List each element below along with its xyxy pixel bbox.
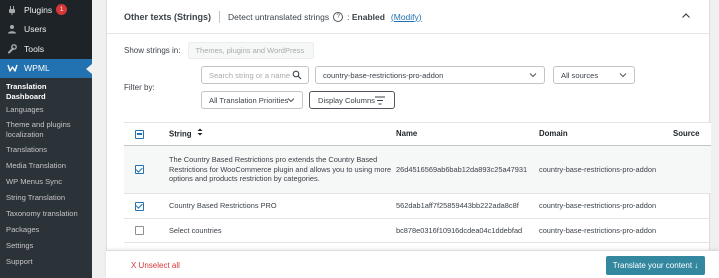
show-strings-select[interactable]: Themes, plugins and WordPress — [188, 42, 315, 59]
sidebar-sub-media-translation[interactable]: Media Translation — [0, 158, 92, 174]
wrench-icon — [6, 43, 18, 55]
sidebar-item-label: Users — [24, 24, 47, 35]
row-domain: country-base-restrictions-pro-addon — [539, 164, 657, 174]
help-icon[interactable]: ? — [333, 11, 344, 22]
wpml-submenu: Translation Dashboard Languages Theme an… — [0, 78, 92, 278]
search-placeholder: Search string or a name — [209, 70, 291, 80]
sidebar-item-plugins[interactable]: Plugins 1 — [0, 0, 92, 20]
column-header-string-label: String — [169, 129, 192, 139]
sidebar-sub-string-translation[interactable]: String Translation — [0, 190, 92, 206]
sidebar-item-tools[interactable]: Tools — [0, 39, 92, 59]
row-check-cell — [124, 226, 154, 235]
row-domain: country-base-restrictions-pro-addon — [539, 201, 657, 211]
row-string: The Country Based Restrictions pro exten… — [169, 155, 392, 184]
chevron-down-icon — [619, 73, 627, 78]
sources-select-value: All sources — [561, 70, 599, 80]
sort-icon[interactable] — [197, 128, 203, 141]
row-domain: country-base-restrictions-pro-addon — [539, 225, 657, 235]
sidebar-item-wpml[interactable]: WPML — [0, 58, 92, 78]
detect-untranslated-label: Detect untranslated strings — [228, 11, 330, 22]
domain-select-value: country-base-restrictions-pro-addon — [323, 70, 444, 80]
select-all-cell — [124, 129, 154, 139]
plugin-icon — [6, 4, 18, 16]
sidebar-sub-wp-menus-sync[interactable]: WP Menus Sync — [0, 174, 92, 190]
priorities-select-value: All Translation Priorities — [209, 95, 289, 105]
table-row[interactable]: Country Based Restrictions PRO 562dab1af… — [124, 194, 711, 219]
priorities-select[interactable]: All Translation Priorities — [201, 91, 303, 109]
chevron-up-icon[interactable] — [681, 11, 691, 21]
column-header-source: Source — [673, 129, 700, 139]
display-columns-label: Display Columns — [318, 95, 375, 105]
show-strings-row: Show strings in: Themes, plugins and Wor… — [124, 42, 315, 59]
sidebar-sub-translation-dashboard[interactable]: Translation Dashboard — [0, 82, 92, 102]
row-checkbox[interactable] — [134, 165, 144, 174]
panel-title: Other texts (Strings) — [124, 11, 212, 22]
table-row[interactable]: Select countries bc878e0316f10916dcdea04… — [124, 219, 711, 243]
filter-by-label: Filter by: — [124, 83, 155, 92]
strings-panel: Other texts (Strings) Detect untranslate… — [106, 0, 711, 278]
row-name: 26d4516569ab6bab12da893c25a47931 — [396, 164, 528, 174]
column-header-string[interactable]: String — [154, 128, 396, 141]
users-icon — [6, 23, 18, 35]
sidebar-item-label: WPML — [24, 63, 50, 74]
row-name: bc878e0316f10916dcdea04c1ddebfad — [396, 225, 523, 235]
unselect-all-button[interactable]: X Unselect all — [131, 261, 180, 270]
sidebar-sub-settings[interactable]: Settings — [0, 238, 92, 254]
select-all-checkbox[interactable] — [134, 129, 144, 139]
modify-link[interactable]: (Modify) — [391, 12, 422, 22]
chevron-down-icon — [287, 98, 295, 103]
panel-header: Other texts (Strings) Detect untranslate… — [107, 0, 709, 34]
table-row[interactable]: The Country Based Restrictions pro exten… — [124, 146, 711, 194]
sidebar-sub-packages[interactable]: Packages — [0, 222, 92, 238]
sources-select[interactable]: All sources — [553, 66, 635, 84]
display-columns-button[interactable]: Display Columns — [309, 91, 395, 109]
wpml-icon — [6, 62, 18, 74]
column-header-domain: Domain — [539, 129, 568, 139]
sidebar-sub-theme-plugins-localization[interactable]: Theme and plugins localization — [0, 118, 92, 142]
chevron-down-icon — [529, 73, 537, 78]
header-divider — [219, 10, 221, 23]
sidebar-item-users[interactable]: Users — [0, 20, 92, 40]
row-checkbox[interactable] — [134, 201, 144, 211]
sidebar-sub-languages[interactable]: Languages — [0, 102, 92, 118]
sidebar-sub-support[interactable]: Support — [0, 254, 92, 270]
filter-lines-icon — [375, 96, 385, 105]
domain-select[interactable]: country-base-restrictions-pro-addon — [315, 66, 545, 84]
row-string: Country Based Restrictions PRO — [169, 201, 277, 211]
sidebar-item-label: Plugins — [24, 4, 53, 15]
row-checkbox[interactable] — [134, 226, 144, 235]
search-input[interactable]: Search string or a name — [201, 66, 309, 84]
row-name: 562dab1aff7f25859443bb222ada8c8f — [396, 201, 519, 211]
admin-sidebar: Plugins 1 Users Tools WPML Translation D… — [0, 0, 92, 278]
row-check-cell — [124, 201, 154, 211]
row-string: Select countries — [169, 225, 222, 235]
bulk-action-bar: X Unselect all Translate your content ↓ — [106, 250, 719, 278]
show-strings-label: Show strings in: — [124, 46, 181, 55]
update-count-badge: 1 — [56, 4, 68, 16]
sidebar-item-label: Tools — [24, 43, 45, 54]
strings-table: String Name Domain Source The Country Ba… — [124, 122, 711, 243]
sidebar-sub-taxonomy-translation[interactable]: Taxonomy translation — [0, 206, 92, 222]
table-header-row: String Name Domain Source — [124, 122, 711, 146]
translate-your-content-button[interactable]: Translate your content ↓ — [606, 256, 705, 275]
detect-status: Enabled — [351, 11, 385, 22]
main-content: Other texts (Strings) Detect untranslate… — [92, 0, 719, 278]
sidebar-sub-translations[interactable]: Translations — [0, 142, 92, 158]
row-check-cell — [124, 165, 154, 174]
search-icon[interactable] — [292, 70, 302, 80]
column-header-name: Name — [396, 129, 418, 139]
